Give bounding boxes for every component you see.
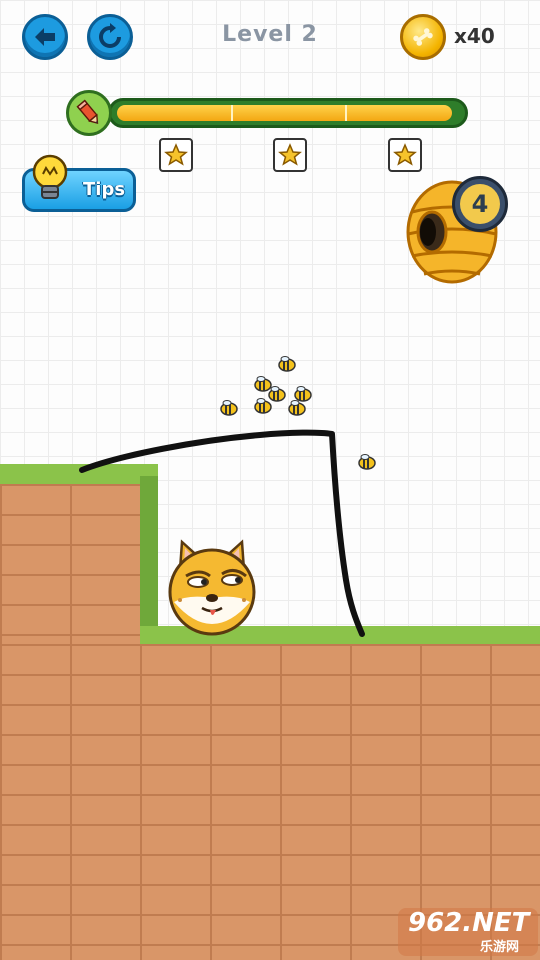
doge-character [168,539,256,636]
drawn-line [79,429,365,637]
watermark-sub: 乐游网 [480,940,520,955]
bee [358,454,376,470]
bee [294,386,312,402]
watermark-main: 962.NET [408,908,530,938]
bee [288,400,306,416]
watermark-logo: 962.NET 乐游网 [398,908,538,956]
bee [220,400,238,416]
bee [278,356,296,372]
bee [254,398,272,414]
